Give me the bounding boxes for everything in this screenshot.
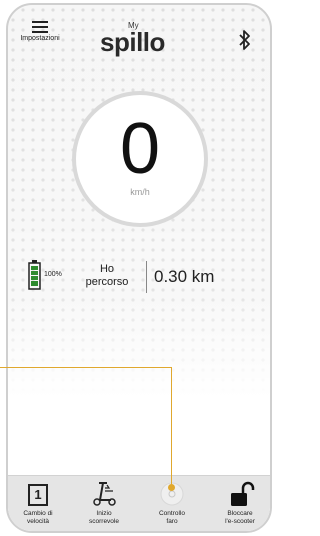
battery-percent: 100%	[44, 271, 62, 278]
callout-line-vertical	[171, 367, 172, 487]
speed-mode-label-line1: Cambio di	[23, 510, 53, 517]
bottom-control-bar: 1 Cambio di velocità Inizio scorrevole C…	[8, 475, 270, 531]
hamburger-icon	[32, 21, 48, 33]
lock-scooter-button[interactable]: Bloccare l'e-scooter	[214, 480, 266, 531]
settings-menu-button[interactable]: Impostazioni	[12, 21, 68, 61]
battery-icon	[28, 260, 41, 290]
unlock-icon	[231, 481, 255, 506]
scooter-start-label-line2: scorrevole	[89, 518, 119, 525]
trip-label: Ho percorso	[78, 263, 136, 289]
headlight-label-line1: Controllo	[158, 510, 185, 517]
speed-mode-button[interactable]: 1 Cambio di velocità	[12, 480, 64, 531]
scooter-start-label-line1: Inizio	[96, 510, 112, 517]
settings-label: Impostazioni	[20, 35, 60, 42]
trip-divider	[146, 261, 147, 293]
speed-value: 0	[119, 109, 161, 189]
callout-line-horizontal	[0, 367, 172, 368]
lock-scooter-label-line2: l'e-scooter	[225, 518, 255, 525]
scooter-start-icon	[93, 482, 116, 506]
top-header: Impostazioni My spillo	[8, 5, 270, 67]
background-pattern	[8, 5, 270, 531]
speed-mode-icon: 1	[28, 484, 48, 506]
trip-label-line1: Ho	[99, 263, 115, 275]
lock-scooter-label-line1: Bloccare	[227, 510, 253, 517]
speed-mode-label-line2: velocità	[26, 518, 50, 525]
trip-distance: 0.30 km	[154, 267, 215, 286]
speedometer: 0 km/h	[72, 91, 208, 227]
bluetooth-icon[interactable]	[237, 29, 253, 51]
scooter-start-button[interactable]: Inizio scorrevole	[78, 480, 130, 531]
trip-label-line2: percorso	[85, 276, 129, 288]
headlight-label-line2: faro	[166, 518, 178, 525]
callout-dot	[168, 484, 175, 491]
logo-main-text: spillo	[100, 27, 165, 57]
speed-unit: km/h	[130, 187, 150, 197]
app-logo: My spillo	[94, 21, 184, 61]
phone-screen: Impostazioni My spillo 0 km/h 100% Ho pe…	[6, 3, 272, 533]
